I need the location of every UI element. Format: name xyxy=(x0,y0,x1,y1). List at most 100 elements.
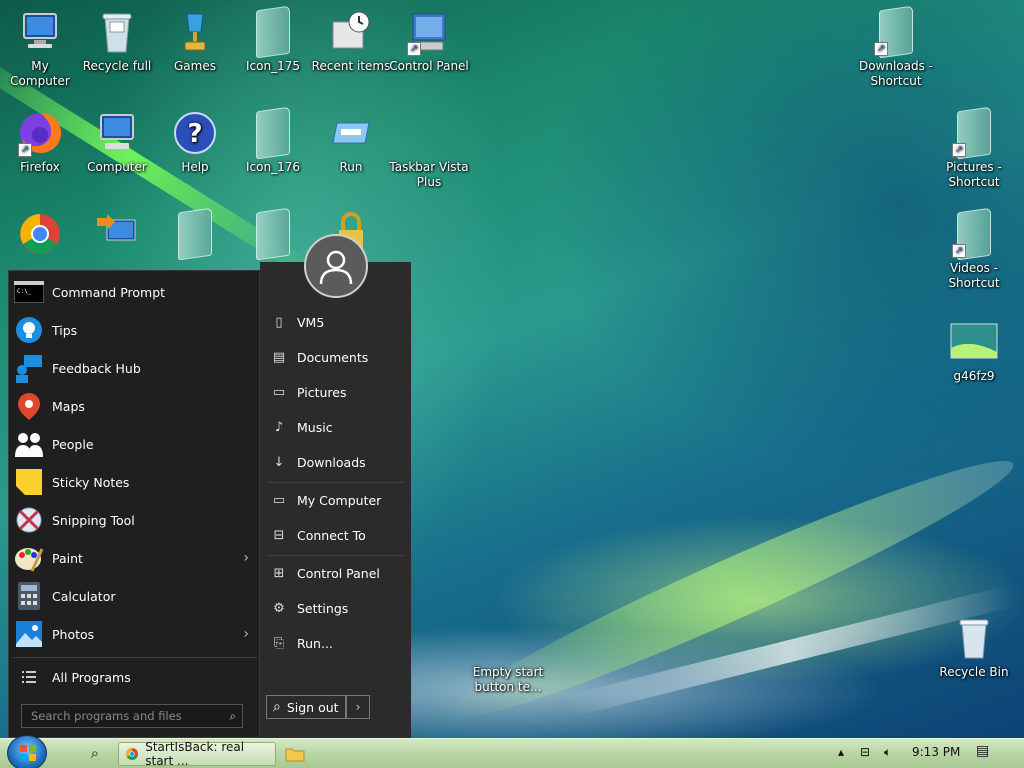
program-calculator[interactable]: Calculator xyxy=(9,577,261,615)
link-settings[interactable]: ⚙ Settings xyxy=(260,593,411,623)
desktop-icon-folder[interactable] xyxy=(233,207,313,261)
network-tray-icon[interactable]: ⊟ xyxy=(860,745,870,759)
link-control-panel[interactable]: ⊞ Control Panel xyxy=(260,558,411,588)
desktop-icon-label: Computer xyxy=(87,160,147,174)
link-label: Control Panel xyxy=(297,565,380,581)
documents-icon: ▤ xyxy=(272,349,286,365)
blank-icon xyxy=(405,109,453,157)
desktop-icon-chrome[interactable] xyxy=(0,210,80,261)
people-icon xyxy=(14,429,44,459)
program-photos[interactable]: Photos › xyxy=(9,615,261,653)
user-avatar[interactable] xyxy=(304,234,368,298)
desktop-icon-icon-176[interactable]: Icon_176 xyxy=(233,106,313,175)
chrome-icon xyxy=(126,748,139,760)
sign-out-button[interactable]: ⌕ Sign out xyxy=(266,695,346,719)
desktop-icon-empty-start-button[interactable]: Empty start button te... xyxy=(468,650,548,695)
taskbar-search-button[interactable]: ⌕ xyxy=(84,744,106,764)
program-feedback-hub[interactable]: Feedback Hub xyxy=(9,349,261,387)
shortcut-arrow-icon: ➚ xyxy=(952,244,966,258)
wallpaper-beam xyxy=(434,436,1024,744)
desktop-icon-help[interactable]: ? Help xyxy=(155,109,235,175)
desktop-icon-recycle-bin[interactable]: Recycle Bin xyxy=(934,614,1014,680)
taskbar-chrome-task[interactable]: StartIsBack: real start ... xyxy=(118,740,276,768)
divider xyxy=(13,657,257,658)
desktop-icon-recent-items[interactable]: Recent items xyxy=(311,8,391,74)
chevron-up-icon: ▴ xyxy=(838,745,845,759)
program-sticky-notes[interactable]: Sticky Notes xyxy=(9,463,261,501)
desktop-icon-games[interactable]: Games xyxy=(155,8,235,74)
link-documents[interactable]: ▤ Documents xyxy=(260,342,411,372)
user-folder-icon: ▯ xyxy=(275,314,283,330)
desktop-icon-icon-175[interactable]: Icon_175 xyxy=(233,5,313,74)
link-label: Documents xyxy=(297,349,369,365)
link-run[interactable]: ⎘ Run... xyxy=(260,628,411,658)
desktop-icon-label: Taskbar Vista Plus xyxy=(389,160,469,189)
link-pictures[interactable]: ▭ Pictures xyxy=(260,377,411,407)
sign-out-icon: ⌕ xyxy=(273,699,281,715)
desktop-icon-g46fz9[interactable]: g46fz9 xyxy=(934,318,1014,384)
link-label: Settings xyxy=(297,600,349,616)
help-icon: ? xyxy=(171,109,219,157)
volume-tray-icon[interactable]: 🔈︎ xyxy=(884,745,891,760)
desktop-icon-recycle-full[interactable]: Recycle full xyxy=(77,8,157,74)
link-vm5[interactable]: ▯ VM5 xyxy=(260,307,411,337)
program-paint[interactable]: Paint › xyxy=(9,539,261,577)
shortcut-arrow-icon: ➚ xyxy=(407,42,421,56)
link-label: Pictures xyxy=(297,384,347,400)
program-label: Sticky Notes xyxy=(52,474,130,490)
desktop-icon-videos-shortcut[interactable]: ➚ Videos - Shortcut xyxy=(934,207,1014,291)
link-downloads[interactable]: ↓ Downloads xyxy=(260,447,411,477)
desktop-icon-downloads-shortcut[interactable]: ➚ Downloads - Shortcut xyxy=(856,5,936,89)
start-menu-programs-pane: C:\_ Command Prompt Tips Feedback Hub Ma… xyxy=(8,270,260,738)
desktop-icon-label: Empty start button te... xyxy=(472,665,544,694)
program-command-prompt[interactable]: C:\_ Command Prompt xyxy=(9,273,261,311)
desktop-icon-computer[interactable]: Computer xyxy=(77,109,157,175)
search-icon: ⌕ xyxy=(90,744,100,762)
control-panel-icon: ⊞ xyxy=(273,565,285,581)
music-icon: ♪ xyxy=(274,419,284,435)
taskbar-file-explorer[interactable] xyxy=(284,744,306,764)
program-people[interactable]: People xyxy=(9,425,261,463)
link-connect-to[interactable]: ⊟ Connect To xyxy=(260,520,411,550)
clock[interactable]: 9:13 PM xyxy=(912,745,960,759)
action-center-button[interactable]: ▤ xyxy=(976,743,989,759)
link-music[interactable]: ♪ Music xyxy=(260,412,411,442)
link-label: Downloads xyxy=(297,454,366,470)
link-label: My Computer xyxy=(297,492,382,508)
all-programs-button[interactable]: All Programs xyxy=(9,659,261,695)
desktop-icon-network[interactable] xyxy=(77,210,157,261)
all-programs-icon xyxy=(14,662,44,692)
desktop-icon-search-folder[interactable] xyxy=(155,207,235,261)
program-label: Tips xyxy=(52,322,78,338)
program-maps[interactable]: Maps xyxy=(9,387,261,425)
link-label: Music xyxy=(297,419,333,435)
desktop-icon-label: Games xyxy=(174,59,216,73)
start-button[interactable] xyxy=(7,735,47,768)
desktop-icon-label: Recycle full xyxy=(82,59,152,73)
program-tips[interactable]: Tips xyxy=(9,311,261,349)
snipping-tool-icon xyxy=(14,505,44,535)
desktop-icon-label: Recycle Bin xyxy=(939,665,1009,679)
all-programs-label: All Programs xyxy=(52,669,131,685)
run-icon: ⎘ xyxy=(273,635,285,651)
submenu-arrow-icon[interactable]: › xyxy=(243,550,249,566)
start-menu: C:\_ Command Prompt Tips Feedback Hub Ma… xyxy=(8,234,411,738)
shutdown-options-button[interactable]: › xyxy=(346,695,370,719)
submenu-arrow-icon[interactable]: › xyxy=(243,626,249,642)
photos-icon xyxy=(14,619,44,649)
desktop-icon-pictures-shortcut[interactable]: ➚ Pictures - Shortcut xyxy=(934,106,1014,190)
desktop-icon-control-panel[interactable]: ➚ Control Panel xyxy=(389,8,469,74)
desktop-icon-run[interactable]: Run xyxy=(311,109,391,175)
show-hidden-icons-button[interactable]: ▴ xyxy=(838,745,844,759)
desktop-icon-my-computer[interactable]: My Computer xyxy=(0,8,80,89)
chrome-icon xyxy=(16,210,64,258)
image-file-icon xyxy=(950,318,998,366)
program-snipping-tool[interactable]: Snipping Tool xyxy=(9,501,261,539)
search-input[interactable]: Search programs and files ⌕ xyxy=(21,704,243,728)
notification-icon: ▤ xyxy=(976,743,990,759)
link-my-computer[interactable]: ▭ My Computer xyxy=(260,485,411,515)
desktop-icon-taskbar-vista-plus[interactable]: Taskbar Vista Plus xyxy=(389,109,469,190)
desktop-icon-firefox[interactable]: ➚ Firefox xyxy=(0,109,80,175)
desktop-icon-label: Icon_176 xyxy=(246,160,300,174)
desktop-icon-label: Firefox xyxy=(20,160,60,174)
